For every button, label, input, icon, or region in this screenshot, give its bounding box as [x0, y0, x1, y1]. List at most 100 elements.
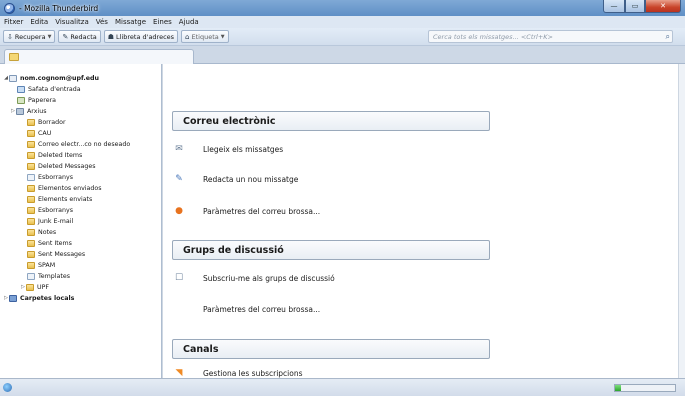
write-message-link[interactable]: ✎ Redacta un nou missatge	[173, 172, 298, 186]
trash-icon	[17, 96, 25, 104]
folder-label: Esborranys	[38, 206, 74, 214]
newsgroup-junk-settings-link[interactable]: Paràmetres del correu brossa...	[173, 302, 320, 316]
minimize-button[interactable]: —	[603, 0, 625, 13]
folder-archives[interactable]: ▷ Arxius	[10, 106, 46, 116]
folder-icon	[27, 228, 35, 236]
folder-inbox[interactable]: Safata d'entrada	[17, 84, 81, 94]
write-button[interactable]: ✎ Redacta	[58, 30, 101, 43]
folder-label: Elements enviats	[38, 195, 93, 203]
folder-label: Junk E-mail	[38, 217, 74, 225]
close-button[interactable]: ✕	[645, 0, 681, 13]
folder-local[interactable]: ▷ Carpetes locals	[3, 293, 74, 303]
read-messages-link[interactable]: ✉ Llegeix els missatges	[173, 142, 283, 156]
tab-mail[interactable]	[4, 49, 194, 64]
folder-item[interactable]: Elements enviats	[27, 194, 92, 204]
window-title: - Mozilla Thunderbird	[19, 3, 99, 13]
templates-icon	[27, 272, 35, 280]
thunderbird-icon	[4, 2, 15, 14]
folder-label: Templates	[38, 272, 71, 280]
menu-view[interactable]: Visualitza	[55, 18, 89, 26]
folder-label: Paperera	[28, 96, 57, 104]
archive-icon	[16, 107, 24, 115]
vertical-scrollbar[interactable]	[678, 64, 685, 378]
folder-icon	[27, 118, 35, 126]
folder-icon	[27, 261, 35, 269]
folder-item[interactable]: Junk E-mail	[27, 216, 73, 226]
folder-label: Arxius	[27, 107, 47, 115]
folder-label: Deleted Messages	[38, 162, 96, 170]
search-icon[interactable]: ⌕	[666, 32, 670, 42]
folder-item[interactable]: Deleted Items	[27, 150, 82, 160]
menu-go[interactable]: Vés	[96, 18, 108, 26]
write-label: Redacta	[70, 32, 97, 41]
folder-icon	[27, 250, 35, 258]
folder-icon	[9, 53, 19, 61]
chevron-down-icon[interactable]: ▼	[221, 34, 225, 40]
download-icon: ⇩	[7, 32, 13, 41]
subscribe-label: Subscriu-me als grups de discussió	[203, 273, 335, 283]
folder-label: Sent Items	[38, 239, 72, 247]
junk-settings-link[interactable]: ● Paràmetres del correu brossa...	[173, 204, 320, 218]
folder-item[interactable]: Templates	[27, 271, 70, 281]
get-mail-button[interactable]: ⇩ Recupera ▼	[3, 30, 56, 43]
menu-tools[interactable]: Eines	[153, 18, 172, 26]
folder-item[interactable]: Esborranys	[27, 172, 73, 182]
folder-account[interactable]: ◢ nom.cognom@upf.edu	[3, 73, 99, 83]
blank-icon	[173, 303, 185, 315]
folder-item[interactable]: Sent Items	[27, 238, 72, 248]
pencil-icon: ✎	[62, 32, 69, 41]
progress-bar	[614, 384, 676, 392]
menu-bar: Fitxer Edita Visualitza Vés Missatge Ein…	[0, 16, 685, 28]
menu-message[interactable]: Missatge	[115, 18, 146, 26]
section-newsgroups-header: Grups de discussió	[172, 240, 490, 260]
subscribe-newsgroups-link[interactable]: ☐ Subscriu-me als grups de discussió	[173, 271, 335, 285]
folder-trash[interactable]: Paperera	[17, 95, 56, 105]
folder-item[interactable]: ▷ UPF	[20, 282, 49, 292]
folder-label: SPAM	[38, 261, 56, 269]
folder-item[interactable]: Sent Messages	[27, 249, 85, 259]
folder-item[interactable]: Esborranys	[27, 205, 73, 215]
folder-item[interactable]: Borrador	[27, 117, 66, 127]
online-status-icon[interactable]	[3, 383, 12, 392]
folder-item[interactable]: CAU	[27, 128, 51, 138]
menu-help[interactable]: Ajuda	[179, 18, 199, 26]
folder-label: Correo electr...co no deseado	[38, 140, 131, 148]
search-input[interactable]: Cerca tots els missatges... <Ctrl+K> ⌕	[428, 30, 673, 43]
section-email-header: Correu electrònic	[172, 111, 490, 131]
manage-subscriptions-link[interactable]: ◥ Gestiona les subscripcions	[173, 366, 303, 378]
folder-label: Notes	[38, 228, 57, 236]
newsgroup-junk-label: Paràmetres del correu brossa...	[203, 304, 321, 314]
folder-label: Sent Messages	[38, 250, 86, 258]
junk-settings-label: Paràmetres del correu brossa...	[203, 206, 321, 216]
folder-label: Esborranys	[38, 173, 74, 181]
tag-label: Etiqueta	[191, 32, 219, 41]
local-folders-label: Carpetes locals	[20, 294, 75, 302]
menu-edit[interactable]: Edita	[30, 18, 48, 26]
folder-item[interactable]: Deleted Messages	[27, 161, 96, 171]
folder-icon	[27, 140, 35, 148]
account-icon	[9, 74, 17, 82]
menu-file[interactable]: Fitxer	[4, 18, 23, 26]
chevron-down-icon[interactable]: ▼	[48, 34, 52, 40]
drafts-icon	[27, 173, 35, 181]
section-feeds-header: Canals	[172, 339, 490, 359]
folder-icon	[27, 195, 35, 203]
tag-button[interactable]: ⌂ Etiqueta ▼	[181, 30, 229, 43]
inbox-icon	[17, 85, 25, 93]
pencil-icon: ✎	[175, 174, 183, 184]
folder-item[interactable]: SPAM	[27, 260, 55, 270]
write-message-label: Redacta un nou missatge	[203, 174, 299, 184]
rss-icon: ◥	[175, 368, 183, 378]
folder-icon	[27, 151, 35, 159]
folder-label: Elementos enviados	[38, 184, 102, 192]
address-book-label: Llibreta d'adreces	[116, 32, 175, 41]
address-book-button[interactable]: ☗ Llibreta d'adreces	[103, 30, 179, 43]
folder-item[interactable]: Correo electr...co no deseado	[27, 139, 130, 149]
folder-item[interactable]: Notes	[27, 227, 56, 237]
main-toolbar: ⇩ Recupera ▼ ✎ Redacta ☗ Llibreta d'adre…	[0, 28, 685, 46]
maximize-button[interactable]: ▭	[625, 0, 645, 13]
folder-item[interactable]: Elementos enviados	[27, 183, 102, 193]
inbox-icon: ✉	[175, 144, 183, 154]
folder-icon	[27, 184, 35, 192]
folder-icon	[27, 217, 35, 225]
